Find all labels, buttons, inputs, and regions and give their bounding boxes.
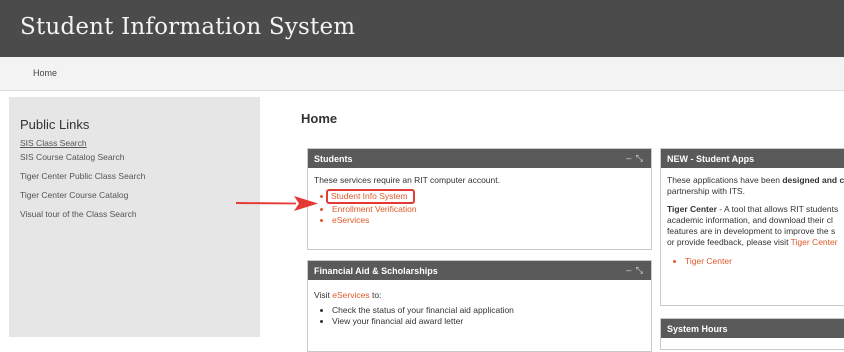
sidebar-link-course-catalog-search[interactable]: SIS Course Catalog Search [20, 152, 145, 171]
app-title: Student Information System [20, 14, 356, 40]
red-arrow-icon [236, 196, 318, 211]
tiger-center-line-3: features are in development to improve t… [667, 226, 836, 236]
sidebar-heading: Public Links [20, 117, 90, 132]
student-apps-panel: NEW - Student Apps These applications ha… [660, 148, 844, 306]
enrollment-verification-link[interactable]: Enrollment Verification [332, 204, 417, 214]
apps-line1-prefix: These applications have been [667, 175, 783, 185]
nav-bar: Home [0, 57, 844, 91]
eservices-link[interactable]: eServices [332, 215, 369, 225]
financial-panel-title: Financial Aid & Scholarships [314, 266, 438, 276]
tiger-center-bold: Tiger Center [667, 204, 717, 214]
sidebar-link-tiger-center-course-catalog[interactable]: Tiger Center Course Catalog [20, 190, 145, 209]
panel-controls-icon[interactable]: – ⤡ [626, 265, 644, 276]
list-item: Check the status of your financial aid a… [332, 305, 645, 316]
apps-panel-title: NEW - Student Apps [667, 154, 755, 164]
apps-line-2: partnership with ITS. [667, 186, 745, 196]
apps-panel-header: NEW - Student Apps [661, 149, 844, 168]
student-info-system-link[interactable]: Student Info System [331, 191, 408, 201]
apps-line1-bold: designed and c [782, 175, 844, 185]
visit-prefix: Visit [314, 290, 333, 300]
tc-line4-prefix: or provide feedback, please visit [667, 237, 791, 247]
sidebar-links: SIS Class Search SIS Course Catalog Sear… [20, 138, 145, 228]
tiger-center-link[interactable]: Tiger Center [685, 256, 732, 266]
students-panel-title: Students [314, 154, 353, 164]
students-panel: Students – ⤡ These services require an R… [307, 148, 652, 250]
list-item: View your financial aid award letter [332, 316, 645, 327]
financial-panel-header: Financial Aid & Scholarships – ⤡ [308, 261, 651, 280]
apps-line-1: These applications have been designed an… [667, 175, 844, 186]
financial-eservices-link[interactable]: eServices [332, 290, 369, 300]
sidebar-link-sis-class-search[interactable]: SIS Class Search [20, 138, 145, 152]
students-intro: These services require an RIT computer a… [314, 175, 500, 185]
tiger-center-text: - A tool that allows RIT students [716, 204, 839, 214]
tiger-center-line-1: Tiger Center - A tool that allows RIT st… [667, 204, 844, 215]
sidebar-link-tiger-center-class-search[interactable]: Tiger Center Public Class Search [20, 171, 145, 190]
nav-home-link[interactable]: Home [33, 68, 57, 78]
visit-suffix: to: [369, 290, 382, 300]
app-header: Student Information System [0, 0, 844, 57]
apps-panel-body: These applications have been designed an… [667, 175, 844, 267]
sidebar-link-visual-tour[interactable]: Visual tour of the Class Search [20, 209, 145, 228]
hours-panel-title: System Hours [667, 324, 728, 334]
financial-items: Check the status of your financial aid a… [314, 305, 645, 327]
students-links: Student Info System Enrollment Verificat… [314, 189, 645, 226]
students-panel-header: Students – ⤡ [308, 149, 651, 168]
system-hours-panel: System Hours [660, 318, 844, 350]
financial-visit-line: Visit eServices to: [314, 290, 645, 301]
financial-aid-panel: Financial Aid & Scholarships – ⤡ Visit e… [307, 260, 652, 352]
panel-controls-icon[interactable]: – ⤡ [626, 153, 644, 164]
tiger-center-inline-link[interactable]: Tiger Center [791, 237, 838, 247]
tiger-center-line-4: or provide feedback, please visit Tiger … [667, 237, 844, 248]
hours-panel-header: System Hours [661, 319, 844, 338]
tiger-center-line-2: academic information, and download their… [667, 215, 833, 225]
financial-panel-body: Visit eServices to: Check the status of … [314, 290, 645, 327]
students-panel-body: These services require an RIT computer a… [314, 175, 645, 226]
highlight-box: Student Info System [326, 189, 415, 204]
apps-links: Tiger Center [667, 256, 844, 267]
page-title: Home [301, 111, 338, 126]
sidebar: Public Links SIS Class Search SIS Course… [9, 97, 260, 337]
